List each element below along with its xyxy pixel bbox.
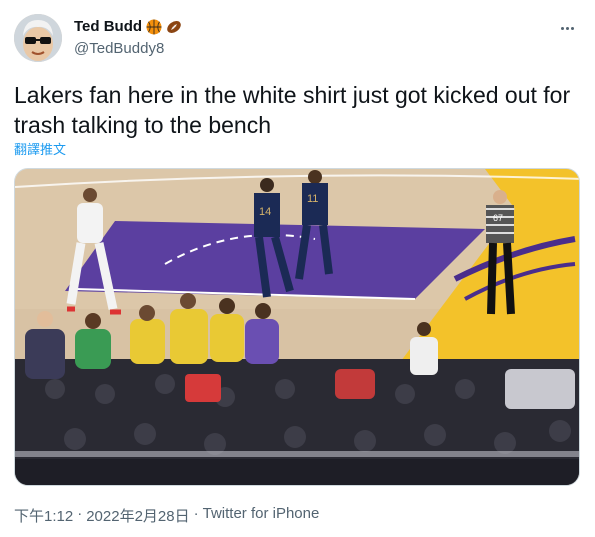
meta-separator: · [77,505,83,522]
meta-separator: · [193,505,199,522]
more-options-button[interactable] [555,18,579,38]
tweet-card: Ted Budd @TedBuddy8 Lakers fan here in t… [0,0,595,537]
more-dot-icon [560,26,564,30]
tweet-date[interactable]: 2022年2月28日 [86,505,189,526]
basketball-icon [146,19,162,34]
avatar-image [14,14,62,62]
svg-text:11: 11 [307,193,318,205]
translate-tweet-link[interactable]: 翻譯推文 [14,139,66,158]
tweet-time[interactable]: 下午1:12 [14,505,73,526]
basketball-game-scene: 14 11 67 [15,169,579,485]
more-dot-icon [565,26,569,30]
author-display-name[interactable]: Ted Budd [74,18,142,35]
author-name-row[interactable]: Ted Budd [74,18,182,35]
tweet-text: Lakers fan here in the white shirt just … [14,82,571,138]
svg-text:67: 67 [493,213,503,223]
tweet-source-link[interactable]: Twitter for iPhone [203,505,320,526]
tweet-metadata: 下午1:12 · 2022年2月28日 · Twitter for iPhone [14,505,319,526]
avatar[interactable] [14,14,62,62]
football-icon [167,20,181,33]
svg-text:14: 14 [259,206,271,218]
tweet-media-image[interactable]: 14 11 67 [14,168,580,486]
author-handle[interactable]: @TedBuddy8 [74,40,164,57]
more-dot-icon [570,26,574,30]
